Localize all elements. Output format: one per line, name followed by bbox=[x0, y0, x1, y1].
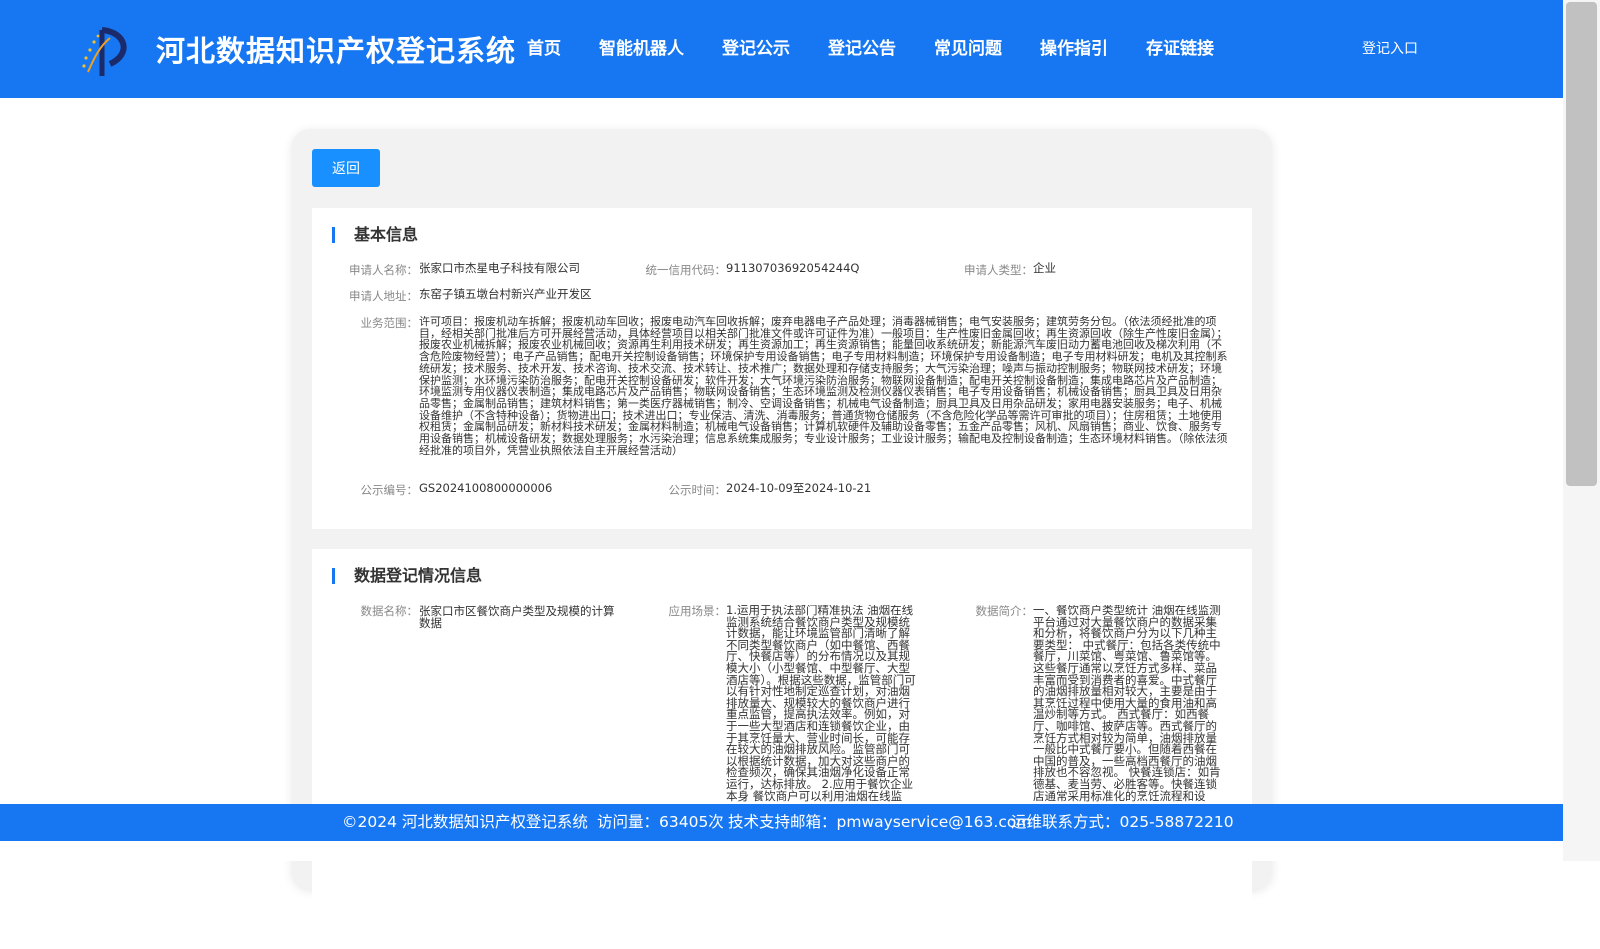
data-name-label: 数据名称： bbox=[360, 604, 419, 618]
nav-reg-publicity[interactable]: 登记公示 bbox=[722, 34, 790, 59]
data-intro-label: 数据简介： bbox=[975, 604, 1034, 618]
business-scope-label: 业务范围： bbox=[360, 316, 419, 330]
publicity-no-value: GS2024100800000006 bbox=[419, 481, 553, 495]
credit-code-label: 统一信用代码： bbox=[645, 263, 727, 277]
footer-copyright: ©2024 河北数据知识产权登记系统 bbox=[342, 813, 588, 831]
scrollbar-thumb[interactable] bbox=[1566, 2, 1597, 486]
publicity-time-label: 公示时间： bbox=[668, 483, 727, 497]
applicant-type-value: 企业 bbox=[1033, 261, 1056, 275]
data-name-value: 张家口市区餐饮商户类型及规模的计算数据 bbox=[419, 604, 615, 630]
back-button[interactable]: 返回 bbox=[312, 149, 380, 187]
nav-robot[interactable]: 智能机器人 bbox=[599, 34, 684, 59]
nav-guide[interactable]: 操作指引 bbox=[1040, 34, 1108, 59]
nav-reg-announcement[interactable]: 登记公告 bbox=[828, 34, 896, 59]
credit-code-value: 91130703692054244Q bbox=[726, 261, 860, 275]
top-header: 河北数据知识产权登记系统 首页 智能机器人 登记公示 登记公告 常见问题 操作指… bbox=[0, 0, 1563, 98]
footer-support-email: 技术支持邮箱：pmwayservice@163.com bbox=[728, 813, 1032, 831]
data-registration-panel: 数据登记情况信息 数据名称： 张家口市区餐饮商户类型及规模的计算数据 应用场景：… bbox=[312, 549, 1252, 949]
nav-home[interactable]: 首页 bbox=[527, 34, 561, 59]
nav-evidence-link[interactable]: 存证链接 bbox=[1146, 34, 1214, 59]
data-intro-value: 一、餐饮商户类型统计 油烟在线监测平台通过对大量餐饮商户的数据采集和分析，将餐饮… bbox=[1033, 605, 1221, 803]
publicity-time-value: 2024-10-09至2024-10-21 bbox=[726, 481, 872, 495]
basic-info-title: 基本信息 bbox=[332, 226, 418, 244]
application-scene-label: 应用场景： bbox=[668, 604, 727, 618]
address-label: 申请人地址： bbox=[349, 289, 418, 303]
application-scene-value: 1.运用于执法部门精准执法 油烟在线监测系统结合餐饮商户类型及规模统计数据，能让… bbox=[726, 605, 916, 803]
basic-info-panel: 基本信息 申请人名称： 张家口市杰星电子科技有限公司 统一信用代码： 91130… bbox=[312, 208, 1252, 529]
applicant-name-label: 申请人名称： bbox=[349, 263, 418, 277]
detail-card: 返回 基本信息 申请人名称： 张家口市杰星电子科技有限公司 统一信用代码： 91… bbox=[292, 129, 1272, 949]
login-entry-link[interactable]: 登记入口 bbox=[1362, 38, 1418, 58]
page-footer: ©2024 河北数据知识产权登记系统 访问量：63405次 技术支持邮箱：pmw… bbox=[0, 804, 1563, 841]
footer-visits: 访问量：63405次 bbox=[597, 813, 724, 831]
publicity-no-label: 公示编号： bbox=[360, 483, 419, 497]
applicant-name-value: 张家口市杰星电子科技有限公司 bbox=[419, 261, 580, 275]
business-scope-value: 许可项目：报废机动车拆解；报废机动车回收；报废电动汽车回收拆解；废弃电器电子产品… bbox=[419, 316, 1228, 457]
data-registration-title: 数据登记情况信息 bbox=[332, 567, 482, 585]
footer-ops-phone: 运维联系方式：025-58872210 bbox=[1011, 813, 1234, 831]
nav-faq[interactable]: 常见问题 bbox=[934, 34, 1002, 59]
main-nav: 首页 智能机器人 登记公示 登记公告 常见问题 操作指引 存证链接 bbox=[0, 34, 1563, 64]
applicant-type-label: 申请人类型： bbox=[964, 263, 1033, 277]
address-value: 东窑子镇五墩台村新兴产业开发区 bbox=[419, 287, 592, 301]
bottom-strip bbox=[0, 841, 1563, 861]
